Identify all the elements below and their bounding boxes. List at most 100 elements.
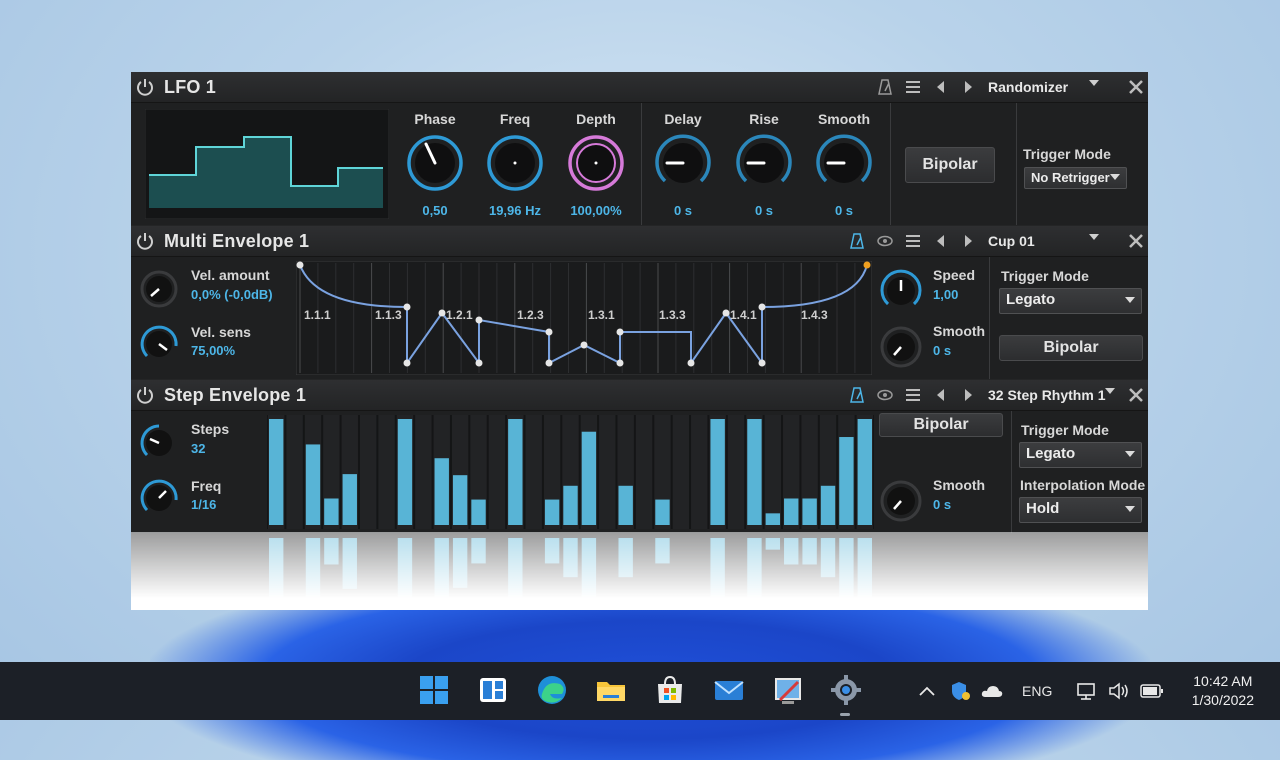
mail-icon[interactable] [713,674,745,706]
step-slot[interactable] [764,415,782,529]
step-bar[interactable] [508,419,523,525]
close-icon[interactable] [1127,386,1145,404]
step-bar[interactable] [269,419,284,525]
step-slot[interactable] [635,415,653,529]
eye-icon[interactable] [877,233,893,249]
paint-icon[interactable] [772,674,804,706]
multi-envelope-preset-dropdown[interactable]: Cup 01 [981,230,1121,252]
lfo-bipolar-button[interactable]: Bipolar [905,147,995,183]
step-bar[interactable] [397,419,413,525]
step-slot[interactable] [488,415,506,529]
store-icon[interactable] [654,674,686,706]
power-icon[interactable] [135,385,155,405]
vel-amount-knob[interactable] [139,269,179,309]
steps-knob[interactable] [139,423,179,463]
step-bar[interactable] [544,499,560,525]
step-bar[interactable] [784,498,799,526]
system-clock[interactable]: 10:42 AM 1/30/2022 [1192,672,1254,710]
step-bar[interactable] [618,485,633,525]
next-preset-icon[interactable] [960,233,976,249]
power-icon[interactable] [135,77,155,97]
step-slot[interactable] [691,415,708,529]
chevron-up-icon[interactable] [918,684,936,698]
step-bar[interactable] [857,419,872,525]
widgets-icon[interactable] [477,674,509,706]
speed-knob[interactable] [879,269,923,313]
metronome-icon[interactable] [849,387,865,403]
metronome-icon[interactable] [877,79,893,95]
lfo-rise-value: 0 s [754,203,774,218]
step-envelope-preset-dropdown[interactable]: 32 Step Rhythm 1 [981,384,1121,406]
file-explorer-icon[interactable] [595,674,627,706]
lfo-delay-knob[interactable] [653,133,713,193]
power-icon[interactable] [135,231,155,251]
step-bar[interactable] [305,444,321,525]
multi-env-bipolar-button[interactable]: Bipolar [999,335,1143,361]
lfo-preset-dropdown[interactable]: Randomizer [981,76,1121,98]
step-bar[interactable] [434,458,449,525]
start-icon[interactable] [418,674,450,706]
battery-icon[interactable] [1140,683,1164,699]
step-freq-knob[interactable] [139,478,179,518]
eye-icon[interactable] [877,387,893,403]
defender-shield-icon[interactable] [950,681,972,701]
step-bar[interactable] [581,431,597,525]
close-icon[interactable] [1127,232,1145,250]
step-slot[interactable] [525,415,542,529]
previous-preset-icon[interactable] [933,79,949,95]
lfo-depth-knob[interactable] [566,133,626,193]
step-bar[interactable] [655,499,670,525]
multi-envelope-graph[interactable]: 1.1.1 1.1.3 1.2.1 1.2.3 1.3.1 1.3.3 1.4.1 1.4.3 [296,261,872,375]
step-bar[interactable] [747,419,762,525]
lfo-trigger-mode-dropdown[interactable]: No Retrigger [1024,167,1127,189]
step-slot[interactable] [727,415,745,529]
vel-sens-knob[interactable] [139,324,179,364]
step-env-trigger-mode-dropdown[interactable]: Legato [1019,442,1142,468]
step-bar[interactable] [452,475,468,525]
metronome-icon[interactable] [849,233,865,249]
step-slot[interactable] [599,415,616,529]
menu-icon[interactable] [905,79,921,95]
step-sequencer-grid[interactable] [267,415,874,529]
onedrive-cloud-icon[interactable] [981,684,1003,698]
volume-icon[interactable] [1108,681,1130,701]
next-preset-icon[interactable] [960,387,976,403]
step-bar[interactable] [563,485,578,525]
lfo-smooth-knob[interactable] [814,133,874,193]
step-env-bipolar-button[interactable]: Bipolar [879,413,1003,437]
edge-icon[interactable] [536,674,568,706]
previous-preset-icon[interactable] [933,387,949,403]
step-slot[interactable] [415,415,432,529]
step-slot[interactable] [359,415,377,529]
taskbar: ENG 10:42 AM 1/30/2022 [0,662,1280,720]
lfo-rise-knob[interactable] [734,133,794,193]
network-icon[interactable] [1076,681,1098,701]
step-bar[interactable] [471,499,486,525]
step-slot[interactable] [378,415,395,529]
lfo-phase-knob[interactable] [405,133,465,193]
step-bar[interactable] [802,498,817,526]
settings-icon[interactable] [830,674,862,706]
step-bar[interactable] [820,485,836,525]
step-bar[interactable] [839,437,854,525]
step-bar[interactable] [324,498,339,526]
step-bar[interactable] [342,474,357,525]
multi-envelope-title: Multi Envelope 1 [164,231,310,251]
step-bar[interactable] [765,513,781,525]
multi-env-trigger-mode-dropdown[interactable]: Legato [999,288,1142,314]
close-icon[interactable] [1127,78,1145,96]
segment-label-1-2-3: 1.2.3 [517,308,544,322]
step-slot[interactable] [672,415,690,529]
multi-env-smooth-knob[interactable] [879,325,923,369]
next-preset-icon[interactable] [960,79,976,95]
menu-icon[interactable] [905,387,921,403]
step-slot[interactable] [286,415,303,529]
step-env-smooth-knob[interactable] [879,479,923,523]
interpolation-mode-dropdown[interactable]: Hold [1019,497,1142,523]
previous-preset-icon[interactable] [933,233,949,249]
lfo-title: LFO 1 [164,77,217,97]
step-bar[interactable] [710,419,725,525]
menu-icon[interactable] [905,233,921,249]
language-indicator[interactable]: ENG [1022,683,1052,699]
lfo-freq-knob[interactable] [485,133,545,193]
